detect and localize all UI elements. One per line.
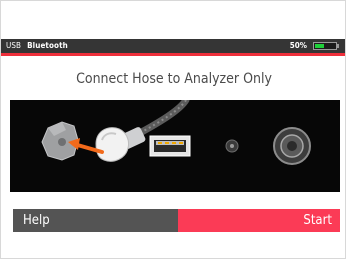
bottom-button-bar: Help Start: [13, 209, 340, 232]
battery-tip: [337, 44, 339, 48]
start-button[interactable]: Start: [178, 209, 340, 232]
illustration-graphic: [41, 100, 311, 165]
round-port-icon: [273, 127, 311, 165]
connection-illustration: [10, 100, 340, 192]
help-button[interactable]: Help: [13, 209, 178, 232]
bluetooth-label: Bluetooth: [27, 41, 68, 50]
status-bar: USB Bluetooth 50%: [1, 39, 345, 53]
instruction-text: Connect Hose to Analyzer Only: [76, 71, 272, 87]
usb-label: USB: [6, 41, 22, 50]
status-left: USB Bluetooth: [6, 39, 74, 53]
battery-status: 50%: [290, 39, 339, 53]
accent-divider: [1, 53, 345, 56]
hose-plug-icon: [95, 127, 146, 162]
analyzer-screen: USB Bluetooth 50% Connect Hose to Analyze…: [0, 0, 346, 259]
battery-icon: [313, 42, 337, 50]
small-port-icon: [225, 139, 239, 153]
battery-fill: [315, 44, 324, 48]
usb-port-icon: [149, 135, 191, 157]
battery-percent: 50%: [289, 41, 307, 50]
